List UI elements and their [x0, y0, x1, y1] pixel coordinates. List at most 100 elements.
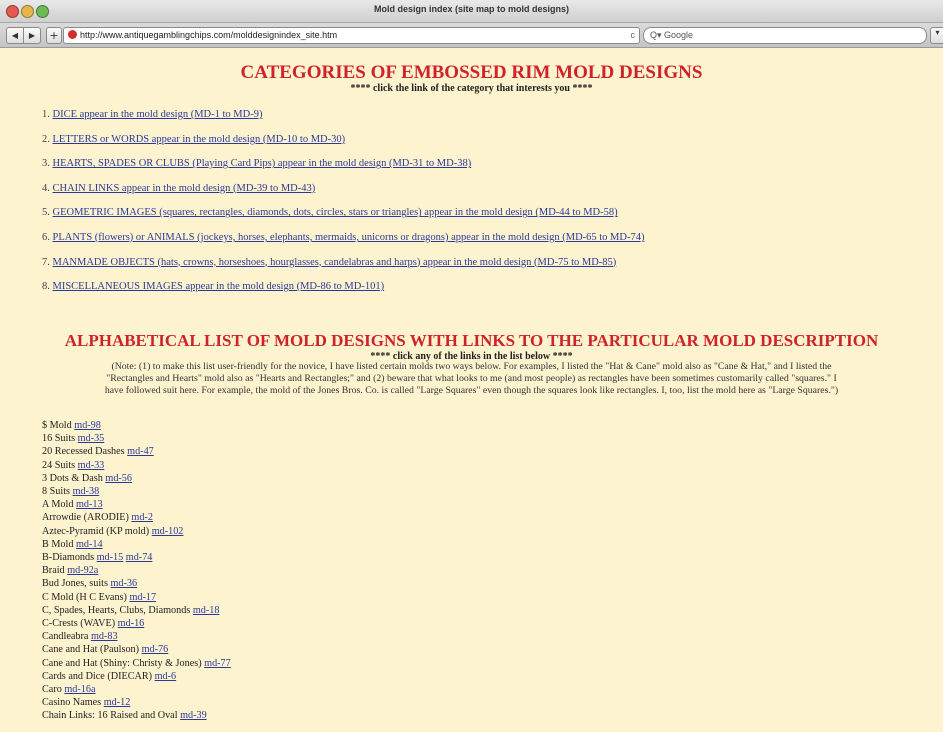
mold-name: B-Diamonds	[42, 552, 97, 564]
mold-link[interactable]: md-83	[91, 631, 118, 642]
mold-link[interactable]: md-13	[76, 499, 103, 510]
mold-link[interactable]: md-6	[155, 671, 177, 682]
mold-list-item: Cards and Dice (DIECAR) md-6	[42, 670, 442, 683]
address-bar[interactable]: http://www.antiquegamblingchips.com/mold…	[63, 27, 640, 44]
category-item: 5. GEOMETRIC IMAGES (squares, rectangles…	[42, 206, 922, 231]
category-item: 2. LETTERS or WORDS appear in the mold d…	[42, 133, 922, 158]
site-favicon-icon	[68, 30, 77, 39]
browser-toolbar: ◀ ▶ + http://www.antiquegamblingchips.co…	[0, 23, 943, 48]
mold-name: Braid	[42, 565, 68, 577]
mold-link[interactable]: md-98	[74, 420, 101, 431]
category-link[interactable]: CHAIN LINKS appear in the mold design (M…	[53, 183, 316, 194]
mold-list-item: B Mold md-14	[42, 538, 442, 551]
window-title: Mold design index (site map to mold desi…	[373, 4, 570, 14]
mold-link[interactable]: md-16	[118, 618, 145, 629]
mold-link[interactable]: md-76	[142, 644, 169, 655]
mold-name: 24 Suits	[42, 459, 78, 471]
mold-list-item: A Mold md-13	[42, 498, 442, 511]
mold-name: C-Crests (WAVE)	[42, 618, 118, 630]
categories-heading: CATEGORIES OF EMBOSSED RIM MOLD DESIGNS	[240, 62, 703, 83]
category-number: 3.	[42, 158, 53, 170]
mold-list-item: 20 Recessed Dashes md-47	[42, 445, 442, 458]
title-bar: Mold design index (site map to mold desi…	[0, 0, 943, 23]
back-button[interactable]: ◀	[6, 27, 24, 44]
mold-name: 16 Suits	[42, 433, 78, 445]
mold-link[interactable]: md-18	[193, 605, 220, 616]
mold-link[interactable]: md-16a	[64, 684, 95, 695]
category-number: 4.	[42, 182, 53, 194]
mold-link[interactable]: md-39	[180, 710, 207, 721]
mold-name: 20 Recessed Dashes	[42, 446, 128, 458]
search-field[interactable]: Q▾ Google	[643, 27, 927, 44]
mold-name: Cane and Hat (Paulson)	[42, 644, 142, 656]
mold-link[interactable]: md-92a	[67, 565, 98, 576]
mold-link[interactable]: md-47	[127, 446, 154, 457]
mold-link[interactable]: md-15	[97, 552, 124, 563]
category-link[interactable]: PLANTS (flowers) or ANIMALS (jockeys, ho…	[53, 232, 645, 243]
mold-link[interactable]: md-77	[204, 658, 231, 669]
forward-button[interactable]: ▶	[23, 27, 41, 44]
mold-name: 3 Dots & Dash	[42, 472, 106, 484]
category-number: 2.	[42, 133, 53, 145]
mold-name: C, Spades, Hearts, Clubs, Diamonds	[42, 604, 193, 616]
mold-list-item: Caro md-16a	[42, 683, 442, 696]
category-item: 6. PLANTS (flowers) or ANIMALS (jockeys,…	[42, 231, 922, 256]
mold-list-item: C, Spades, Hearts, Clubs, Diamonds md-18	[42, 604, 442, 617]
mold-link[interactable]: md-17	[129, 592, 156, 603]
mold-link[interactable]: md-74	[126, 552, 153, 563]
mold-name: Bud Jones, suits	[42, 578, 111, 590]
category-item: 3. HEARTS, SPADES OR CLUBS (Playing Card…	[42, 157, 922, 182]
category-link[interactable]: DICE appear in the mold design (MD-1 to …	[53, 109, 263, 120]
note-line: (Note: (1) to make this list user-friend…	[111, 361, 832, 372]
mold-list-item: 16 Suits md-35	[42, 432, 442, 445]
mold-list-item: C Mold (H C Evans) md-17	[42, 591, 442, 604]
mold-list-item: 24 Suits md-33	[42, 459, 442, 472]
reload-icon[interactable]: c	[631, 28, 636, 43]
mold-name: B Mold	[42, 538, 76, 550]
mold-link[interactable]: md-33	[78, 460, 105, 471]
alphabetical-heading: ALPHABETICAL LIST OF MOLD DESIGNS WITH L…	[64, 331, 879, 350]
mold-list-item: Bud Jones, suits md-36	[42, 577, 442, 590]
mold-list-item: Aztec-Pyramid (KP mold) md-102	[42, 525, 442, 538]
mold-list-item: Candleabra md-83	[42, 630, 442, 643]
category-link[interactable]: LETTERS or WORDS appear in the mold desi…	[53, 134, 346, 145]
mold-name: Chain Links: 16 Raised and Oval	[42, 710, 181, 722]
url-text: http://www.antiquegamblingchips.com/mold…	[80, 30, 338, 40]
mold-name: Candleabra	[42, 631, 91, 643]
categories-instruction: **** click the link of the category that…	[350, 83, 593, 94]
category-item: 8. MISCELLANEOUS IMAGES appear in the mo…	[42, 280, 922, 305]
category-number: 6.	[42, 231, 53, 243]
page-content: CATEGORIES OF EMBOSSED RIM MOLD DESIGNS …	[0, 48, 943, 732]
mold-list-item: B-Diamonds md-15 md-74	[42, 551, 442, 564]
mold-name: $ Mold	[42, 420, 75, 431]
mold-list-item: Chain Links: 16 Raised and Oval md-39	[42, 709, 442, 722]
mold-link[interactable]: md-35	[78, 433, 105, 444]
mold-name: Cards and Dice (DIECAR)	[42, 670, 155, 682]
sidebar-toggle-button[interactable]: ▾	[930, 27, 943, 44]
mold-list-item: Arrowdie (ARODIE) md-2	[42, 511, 442, 524]
mold-link[interactable]: md-2	[131, 512, 153, 523]
mold-name: Aztec-Pyramid (KP mold)	[42, 525, 152, 537]
mold-name: C Mold (H C Evans)	[42, 591, 130, 603]
mold-name: 8 Suits	[42, 486, 73, 498]
category-link[interactable]: HEARTS, SPADES OR CLUBS (Playing Card Pi…	[53, 158, 472, 169]
mold-list-item: 3 Dots & Dash md-56	[42, 472, 442, 485]
category-item: 1. DICE appear in the mold design (MD-1 …	[42, 108, 922, 133]
mold-link[interactable]: md-38	[73, 486, 100, 497]
category-item: 4. CHAIN LINKS appear in the mold design…	[42, 182, 922, 207]
mold-list-item: Cane and Hat (Paulson) md-76	[42, 643, 442, 656]
mold-list-item: C-Crests (WAVE) md-16	[42, 617, 442, 630]
category-item: 7. MANMADE OBJECTS (hats, crowns, horses…	[42, 256, 922, 281]
category-number: 8.	[42, 281, 53, 293]
mold-link[interactable]: md-102	[152, 526, 184, 537]
mold-link[interactable]: md-56	[105, 473, 132, 484]
category-link[interactable]: MANMADE OBJECTS (hats, crowns, horseshoe…	[53, 257, 617, 268]
mold-link[interactable]: md-12	[104, 697, 131, 708]
category-number: 7.	[42, 256, 53, 268]
category-link[interactable]: GEOMETRIC IMAGES (squares, rectangles, d…	[53, 207, 618, 218]
category-link[interactable]: MISCELLANEOUS IMAGES appear in the mold …	[53, 281, 385, 292]
mold-link[interactable]: md-36	[111, 578, 138, 589]
mold-list-item: Cane and Hat (Shiny: Christy & Jones) md…	[42, 657, 442, 670]
add-bookmark-button[interactable]: +	[46, 27, 62, 44]
mold-link[interactable]: md-14	[76, 539, 103, 550]
